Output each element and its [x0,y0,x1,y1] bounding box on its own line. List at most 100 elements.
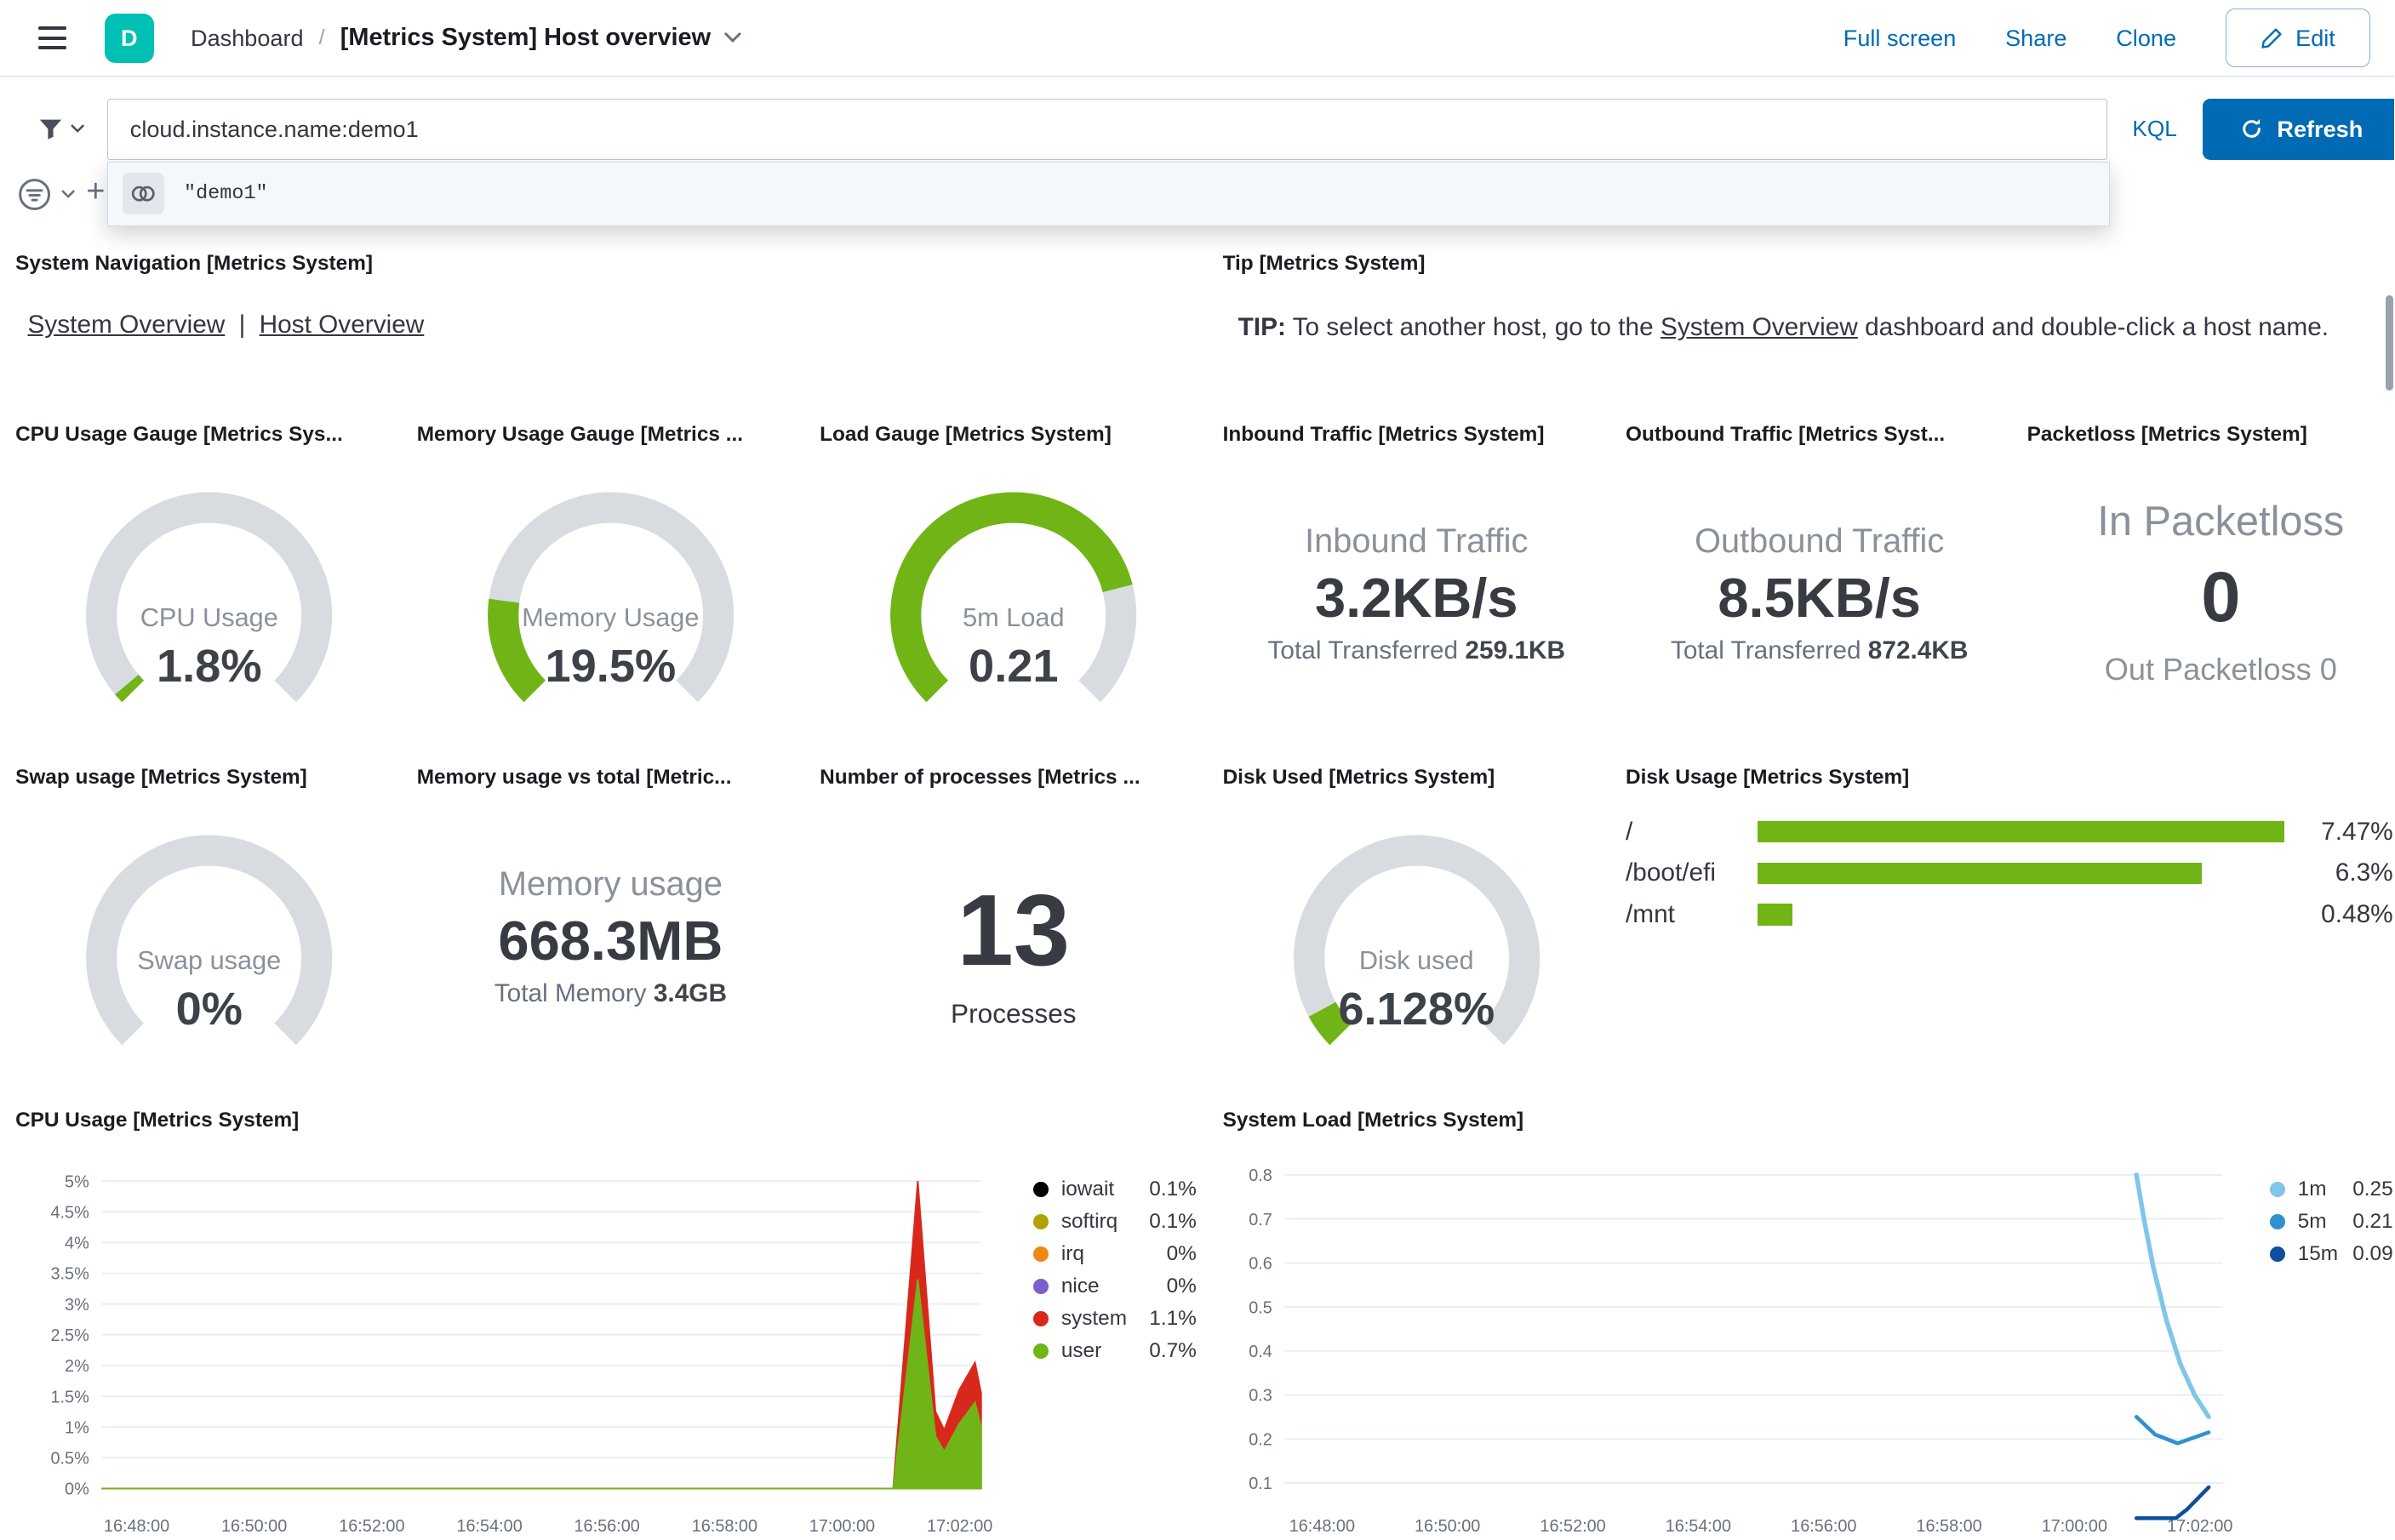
svg-text:16:50:00: 16:50:00 [1415,1517,1480,1536]
panel-title-cpu-usage-chart: CPU Usage [Metrics System] [15,1108,300,1132]
panel-title-memory-total: Memory usage vs total [Metric... [416,765,732,789]
disk-usage-panel: / 7.47% /boot/efi 6.3% /mnt 0.48% [1626,792,2393,961]
legend-item[interactable]: softirq 0.1% [1033,1210,1197,1234]
query-input[interactable] [108,99,2106,159]
system-load-chart[interactable]: 0.8 0.7 0.6 0.5 0.4 0.3 0.2 0.1 16:48:00 16:50:00… [1223,1166,2246,1539]
out-packetloss-label: Out Packetloss [2104,652,2312,687]
disk-used-gauge-panel: Disk used 6.128% [1223,792,1610,1107]
tip-text: TIP: To select another host, go to the S… [1238,307,2380,349]
legend-series-name: user [1060,1338,1102,1362]
metric-sub: Total Memory 3.4GB [402,979,820,1008]
svg-text:16:56:00: 16:56:00 [574,1517,640,1536]
full-screen-link[interactable]: Full screen [1843,25,1957,52]
metric-sub-value: 872.4KB [1867,636,1969,665]
disk-bar [1758,904,1792,926]
disk-percent-value: 7.47% [2321,817,2393,846]
svg-text:0.6: 0.6 [1249,1254,1272,1273]
metric-sub: Total Transferred 872.4KB [1610,636,2029,665]
svg-text:17:02:00: 17:02:00 [2167,1517,2232,1536]
gauge-value: 0.21 [969,640,1059,692]
top-navigation-bar: D Dashboard / [Metrics System] Host over… [0,0,2395,77]
legend-item[interactable]: system 1.1% [1033,1307,1197,1331]
legend-series-value: 0% [1166,1242,1197,1266]
nav-links-separator: | [238,311,246,339]
chevron-down-icon [61,190,75,199]
filter-options-button[interactable] [15,175,75,214]
scrollbar[interactable] [2385,294,2393,391]
svg-text:16:48:00: 16:48:00 [1289,1517,1354,1536]
clone-link[interactable]: Clone [2116,25,2176,52]
legend-item[interactable]: user 0.7% [1033,1339,1197,1363]
load-gauge-panel: 5m Load 0.21 [820,449,1207,764]
pencil-icon [2261,28,2282,48]
disk-mount-label: /boot/efi [1625,858,1717,887]
legend-series-name: 1m [2297,1178,2327,1201]
memory-usage-gauge-panel: Memory Usage 19.5% [417,449,804,764]
metric-label: Outbound Traffic [1695,522,1945,561]
legend-series-value: 0.7% [1149,1338,1197,1362]
breadcrumb-dashboard-link[interactable]: Dashboard [191,25,304,52]
svg-text:16:54:00: 16:54:00 [457,1517,523,1536]
legend-item[interactable]: irq 0% [1033,1242,1197,1266]
svg-text:16:58:00: 16:58:00 [1916,1517,1981,1536]
processes-label: Processes [951,997,1077,1029]
panel-title-disk-used: Disk Used [Metrics System] [1222,765,1495,789]
legend-dot [2270,1214,2286,1230]
hamburger-icon [38,26,66,50]
legend-series-value: 0.1% [1149,1210,1197,1234]
saved-query-button[interactable] [25,99,99,160]
svg-text:16:56:00: 16:56:00 [1791,1517,1856,1536]
svg-text:16:52:00: 16:52:00 [339,1517,404,1536]
refresh-button[interactable]: Refresh [2202,98,2395,160]
disk-percent-value: 0.48% [2321,900,2393,929]
metric-sub-label: Total Transferred [1267,636,1459,665]
svg-text:0.8: 0.8 [1249,1166,1272,1185]
kql-button[interactable]: KQL [2116,99,2192,160]
legend-series-name: irq [1060,1242,1084,1266]
panel-title-outbound: Outbound Traffic [Metrics Syst... [1625,422,1946,446]
autocomplete-suggestion[interactable]: "demo1" [108,162,2110,225]
add-filter-button[interactable]: + [86,174,105,210]
panel-title-inbound: Inbound Traffic [Metrics System] [1222,422,1545,446]
panel-title-processes: Number of processes [Metrics ... [820,765,1140,789]
swap-usage-gauge-panel: Swap usage 0% [15,792,403,1107]
tip-system-overview-link[interactable]: System Overview [1660,313,1858,341]
query-input-container [107,98,2107,160]
panel-title-tip: Tip [Metrics System] [1222,252,1426,276]
legend-item[interactable]: 1m 0.25 [2270,1178,2393,1201]
edit-button[interactable]: Edit [2225,9,2370,67]
menu-toggle-button[interactable] [25,10,80,66]
svg-text:0.3: 0.3 [1249,1386,1272,1405]
svg-text:16:52:00: 16:52:00 [1540,1517,1605,1536]
legend-dot [1033,1246,1049,1263]
share-link[interactable]: Share [2005,25,2066,52]
legend-dot [1033,1278,1049,1294]
gauge-label: Swap usage [137,945,282,976]
legend-series-value: 0.09 [2352,1242,2393,1266]
svg-text:0.2: 0.2 [1249,1430,1272,1449]
cpu-usage-chart[interactable]: 5% 4.5% 4% 3.5% 3% 2.5% 2% 1.5% 1% 0.5% 0% 16:48:00… [15,1166,1015,1539]
tip-text-before: To select another host, go to the [1285,313,1660,342]
metric-label: Inbound Traffic [1305,522,1529,561]
chevron-down-icon [71,124,84,134]
host-overview-link[interactable]: Host Overview [260,311,425,339]
chevron-down-icon[interactable] [724,32,741,43]
legend-item[interactable]: nice 0% [1033,1275,1197,1298]
disk-bar-track [1758,820,2293,843]
gauge-label: Memory Usage [522,602,700,633]
panel-title-packetloss: Packetloss [Metrics System] [2026,422,2307,446]
panel-title-swap-gauge: Swap usage [Metrics System] [15,765,307,789]
filter-circle-icon [19,179,51,211]
metric-sub-value: 259.1KB [1465,636,1565,665]
gauge-value: 0% [175,983,243,1035]
svg-text:3%: 3% [65,1296,89,1315]
space-avatar[interactable]: D [104,13,154,63]
memory-usage-vs-total-panel: Memory usage 668.3MB Total Memory 3.4GB [417,792,804,1107]
legend-item[interactable]: 5m 0.21 [2270,1210,2393,1234]
legend-item[interactable]: 15m 0.09 [2270,1242,2393,1266]
legend-item[interactable]: iowait 0.1% [1033,1178,1197,1201]
legend-series-name: 15m [2297,1242,2339,1266]
system-overview-link[interactable]: System Overview [28,311,226,339]
processes-value: 13 [957,873,1071,987]
breadcrumb: Dashboard / [Metrics System] Host overvi… [191,24,741,52]
